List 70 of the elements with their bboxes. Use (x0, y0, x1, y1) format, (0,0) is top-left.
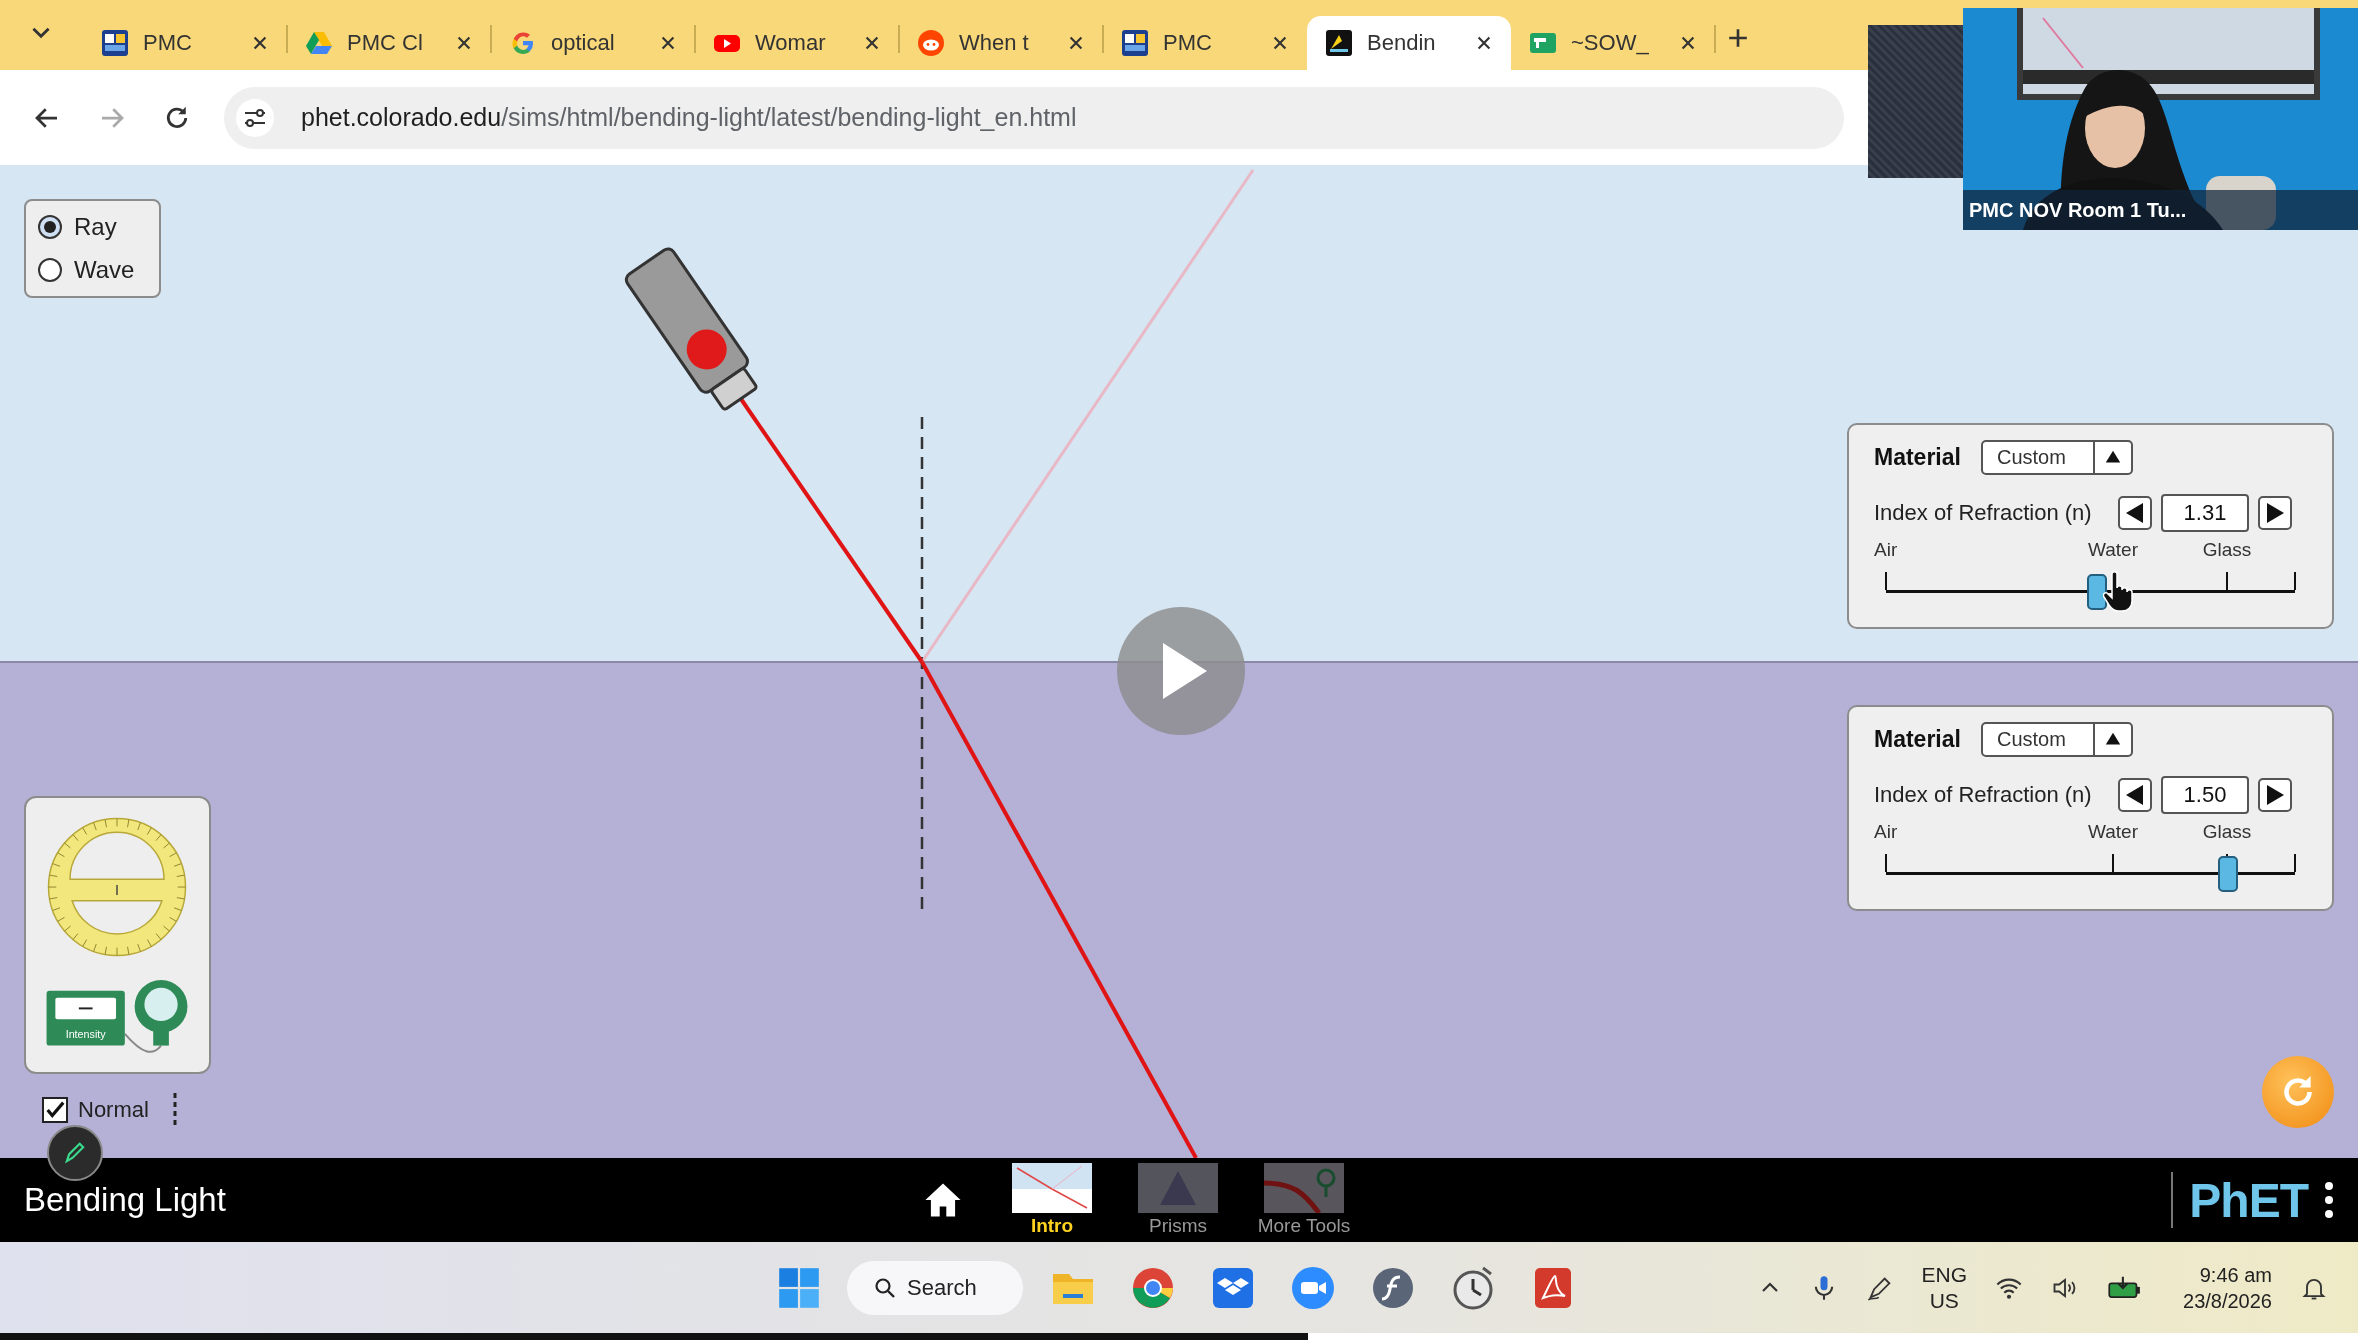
normal-checkbox[interactable] (42, 1097, 68, 1123)
play-button[interactable] (1117, 607, 1245, 735)
browser-tab[interactable]: PMC (83, 16, 287, 70)
scale-label: Glass (2202, 821, 2252, 843)
scale-label: Air (1874, 539, 1898, 561)
decrease-button[interactable] (2118, 496, 2152, 530)
screen-button[interactable]: Prisms (1123, 1163, 1233, 1237)
decrease-button[interactable] (2118, 778, 2152, 812)
radio-option[interactable]: Ray (38, 210, 147, 244)
close-icon[interactable] (1271, 34, 1289, 52)
browser-tab[interactable]: Womar (695, 16, 899, 70)
intensity-meter-drawing[interactable] (46, 980, 188, 1053)
checkmark-icon (44, 1099, 66, 1121)
screen-button[interactable]: More Tools (1249, 1163, 1359, 1237)
close-icon[interactable] (455, 34, 473, 52)
site-logo-icon (1121, 29, 1149, 57)
site-logo-icon (101, 29, 129, 57)
site-logo-icon (305, 29, 333, 57)
slider-thumb[interactable] (2217, 856, 2238, 892)
browser-tab[interactable]: ~SOW_ (1511, 16, 1715, 70)
scale-label: Water (2088, 821, 2138, 843)
material-dropdown[interactable]: Custom (1980, 439, 2133, 475)
normal-label: Normal (78, 1097, 149, 1123)
search-icon (873, 1275, 897, 1300)
screen-button[interactable]: Intro (997, 1163, 1107, 1237)
laser-pointer[interactable] (622, 244, 759, 412)
dashed-line-icon (172, 1093, 177, 1127)
refraction-index-value[interactable]: 1.50 (2161, 776, 2249, 814)
browser-tab[interactable]: When t (899, 16, 1103, 70)
close-icon[interactable] (863, 34, 881, 52)
refraction-index-label: Index of Refraction (n) (1874, 500, 2092, 526)
meter-label: Intensity (65, 1027, 106, 1040)
participant-name: PMC NOV Room 1 Tu... (1963, 190, 2358, 230)
site-logo-icon (917, 29, 945, 57)
start-icon[interactable] (777, 1265, 821, 1310)
language-indicator[interactable]: ENG US (1921, 1261, 1967, 1314)
site-logo-icon (1325, 29, 1353, 57)
phet-logo[interactable]: PhET (2189, 1172, 2308, 1228)
close-icon[interactable] (251, 34, 269, 52)
close-icon[interactable] (659, 34, 677, 52)
increase-button[interactable] (2258, 778, 2292, 812)
scale-label: Glass (2202, 539, 2252, 561)
clock-text[interactable]: 9:46 am 23/8/2026 (2183, 1261, 2272, 1314)
browser-tab[interactable]: PMC (1103, 16, 1307, 70)
new-tab-icon[interactable] (1727, 27, 1749, 49)
browser-tab[interactable]: Bendin (1307, 16, 1511, 70)
refraction-index-value[interactable]: 1.31 (2161, 494, 2249, 532)
site-settings-icon[interactable] (235, 97, 275, 138)
material-dropdown[interactable]: Custom (1980, 721, 2133, 757)
material-label: Material (1874, 443, 1961, 471)
material-label: Material (1874, 725, 1961, 753)
more-options-icon[interactable] (2324, 1180, 2334, 1220)
increase-button[interactable] (2258, 496, 2292, 530)
address-bar[interactable]: phet.colorado.edu/sims/html/bending-light/latest/bending-light_en.html (224, 86, 1844, 149)
slider-thumb[interactable] (2086, 574, 2107, 610)
browser-tab[interactable]: optical (491, 16, 695, 70)
radio-option[interactable]: Wave (38, 253, 147, 287)
url-text: phet.colorado.edu/sims/html/bending-light/latest/bending-light_en.html (301, 103, 1077, 132)
refraction-index-label: Index of Refraction (n) (1874, 782, 2092, 808)
close-icon[interactable] (1067, 34, 1085, 52)
close-icon[interactable] (1679, 34, 1697, 52)
thumbnail-icon (1264, 1163, 1344, 1213)
scale-label: Air (1874, 821, 1898, 843)
thumbnail-icon (1012, 1163, 1092, 1213)
search-field[interactable]: Search (847, 1260, 1023, 1315)
close-icon[interactable] (1475, 34, 1493, 52)
browser-tab[interactable]: PMC Cl (287, 16, 491, 70)
sim-title: Bending Light (24, 1181, 226, 1218)
scale-label: Water (2088, 539, 2138, 561)
thumbnail-icon (1138, 1163, 1218, 1213)
